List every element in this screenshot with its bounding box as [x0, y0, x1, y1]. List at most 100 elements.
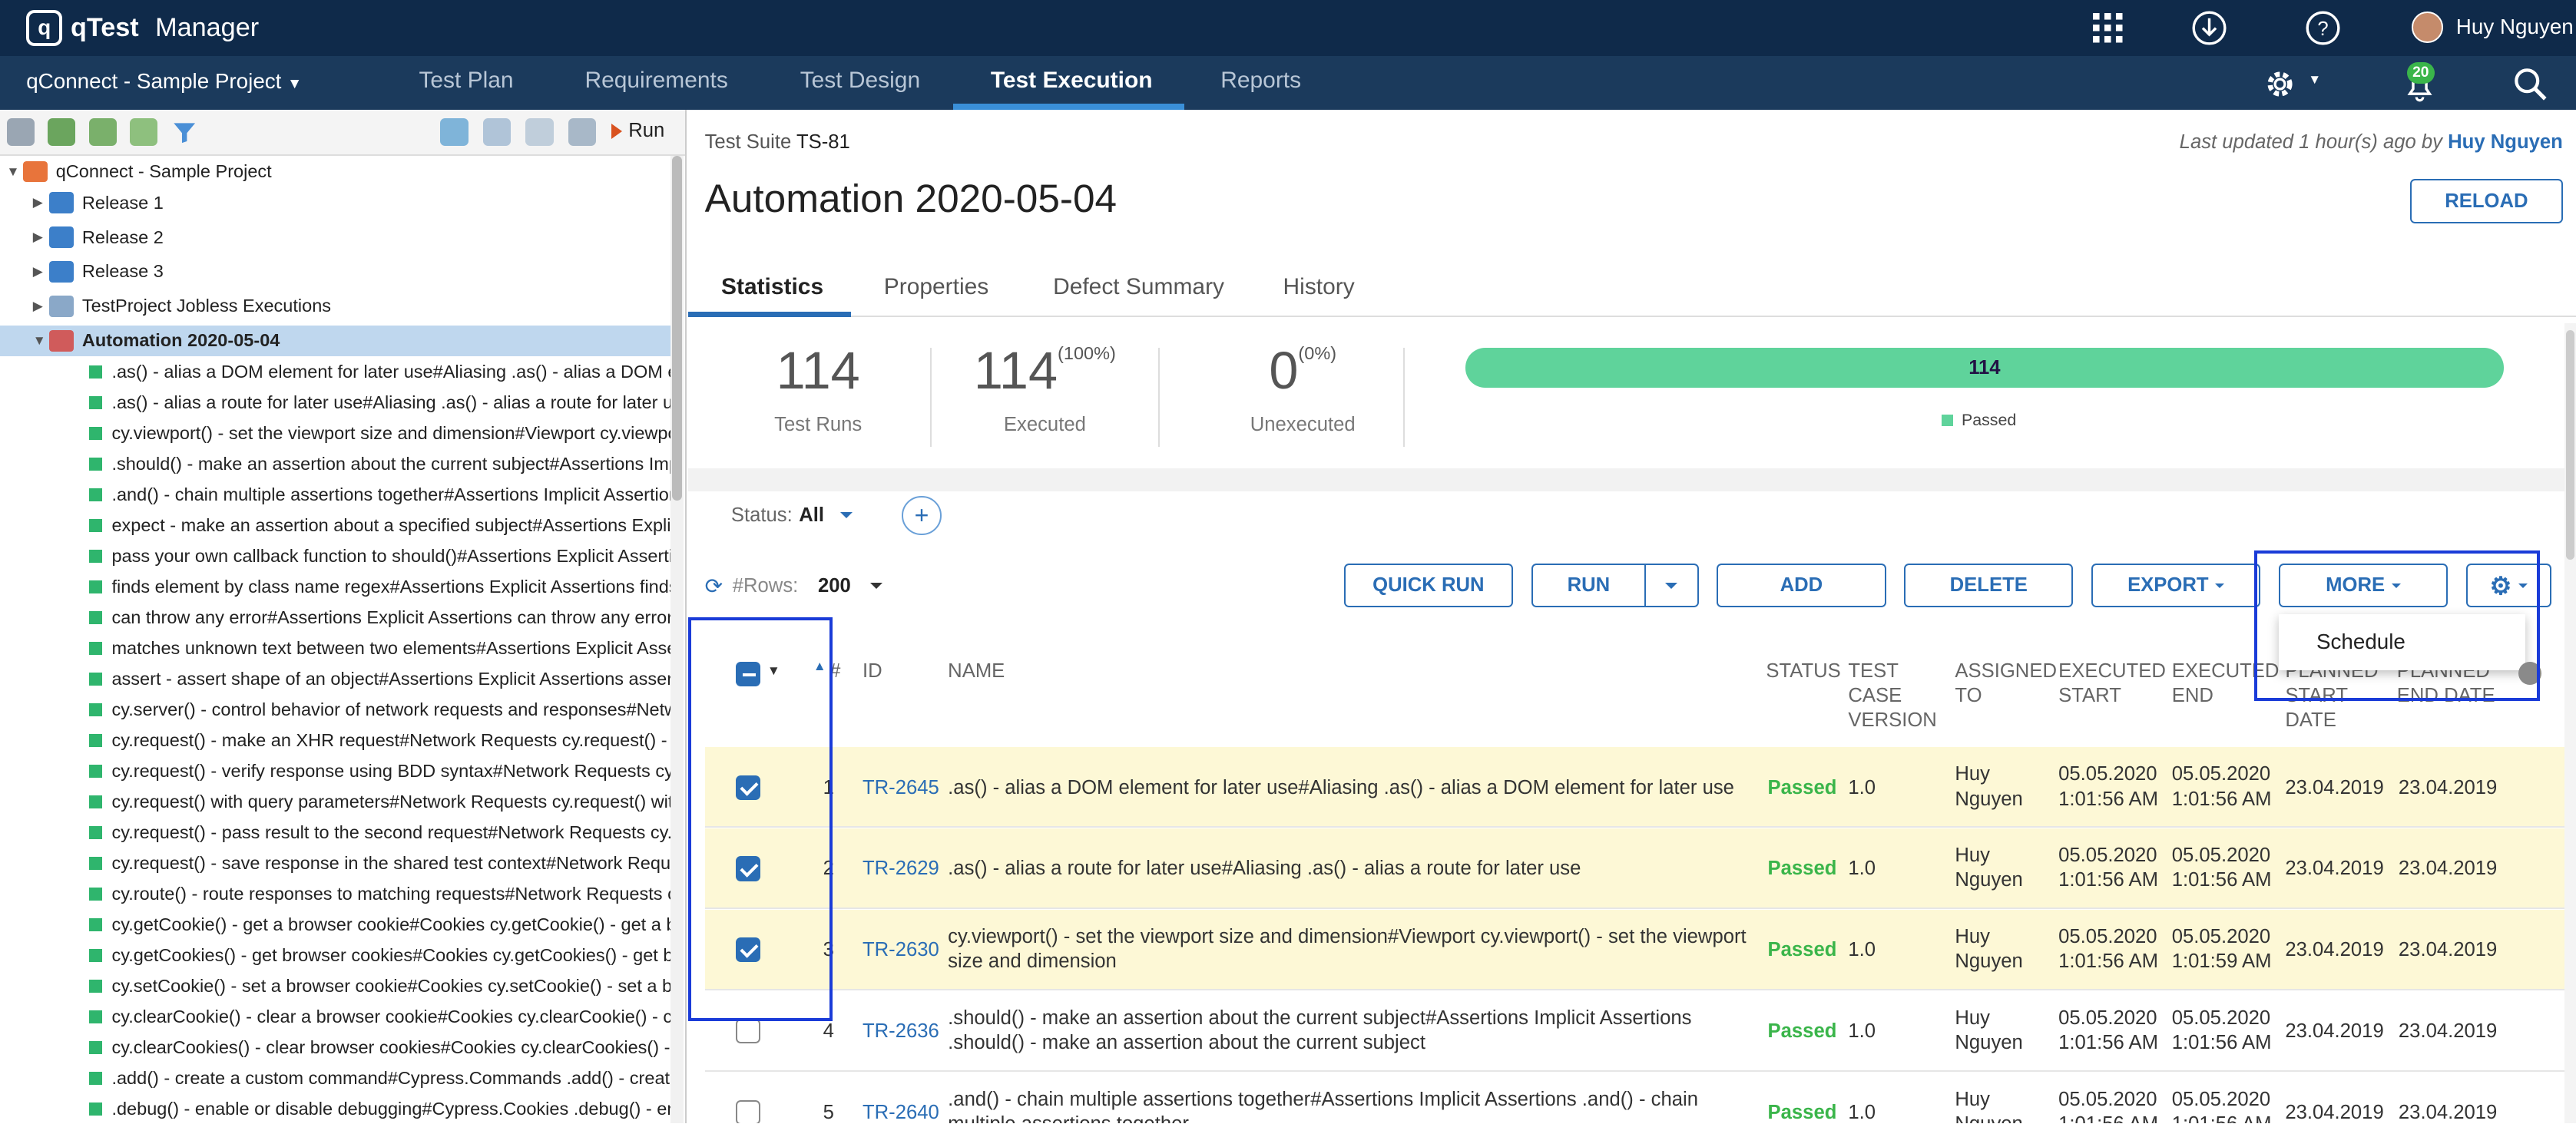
tab-properties[interactable]: Properties — [884, 274, 988, 300]
download-icon[interactable] — [2191, 10, 2227, 46]
row-id-link[interactable]: TR-2630 — [863, 937, 939, 962]
expand-open-icon[interactable]: ▼ — [7, 164, 23, 180]
col-exec-start[interactable]: EXECUTED START — [2058, 659, 2166, 708]
tree-test-run[interactable]: cy.request() with query parameters#Netwo… — [0, 786, 670, 818]
tree-node[interactable]: ▶ Release 3 — [0, 256, 670, 288]
table-row[interactable]: 2 TR-2629 .as() - alias a route for later … — [704, 828, 2576, 909]
row-id-link[interactable]: TR-2640 — [863, 1100, 939, 1123]
scrollbar-thumb[interactable] — [671, 156, 682, 501]
tree-test-run[interactable]: cy.setCookie() - set a browser cookie#Co… — [0, 970, 670, 1002]
row-name[interactable]: cy.viewport() - set the viewport size an… — [948, 924, 1753, 974]
tree-test-run[interactable]: .add() - create a custom command#Cypress… — [0, 1063, 670, 1094]
tree-test-run[interactable]: cy.request() - save response in the shar… — [0, 848, 670, 879]
tree-test-run[interactable]: cy.request() - make an XHR request#Netwo… — [0, 725, 670, 756]
run-button[interactable]: Run — [611, 120, 664, 142]
col-name[interactable]: NAME — [948, 659, 1005, 683]
tab-defect-summary[interactable]: Defect Summary — [1053, 274, 1224, 300]
tree-test-run[interactable]: .should() - make an assertion about the … — [0, 448, 670, 480]
status-filter[interactable]: Status: All — [731, 504, 853, 527]
row-id-link[interactable]: TR-2636 — [863, 1019, 939, 1043]
tree-test-run[interactable]: cy.viewport() - set the viewport size an… — [0, 418, 670, 449]
tree-test-run[interactable]: .as() - alias a DOM element for later us… — [0, 356, 670, 388]
tree-test-run[interactable]: finds element by class name regex#Assert… — [0, 571, 670, 603]
row-name[interactable]: .as() - alias a route for later use#Alia… — [948, 856, 1753, 881]
user-menu[interactable]: Huy Nguyen — [2412, 11, 2574, 43]
tree-node[interactable]: ▼ qConnect - Sample Project — [0, 156, 670, 187]
tree-test-run[interactable]: cy.clearCookies() - clear browser cookie… — [0, 1032, 670, 1063]
tab-test-design[interactable]: Test Design — [800, 68, 920, 94]
tab-requirements[interactable]: Requirements — [584, 68, 727, 94]
app-logo[interactable]: q qTest Manager — [26, 9, 259, 46]
tree-test-run[interactable]: expect - make an assertion about a speci… — [0, 510, 670, 541]
move-up-icon[interactable] — [88, 118, 117, 147]
tree-test-run[interactable]: can throw any error#Assertions Explicit … — [0, 602, 670, 633]
row-checkbox[interactable] — [736, 1019, 761, 1044]
col-id[interactable]: ID — [863, 659, 882, 683]
scrollbar-thumb[interactable] — [2566, 329, 2574, 560]
tree-test-run[interactable]: .and() - chain multiple assertions toget… — [0, 479, 670, 511]
tree-test-run[interactable]: .debug() - enable or disable debugging#C… — [0, 1093, 670, 1123]
search-icon[interactable] — [2512, 66, 2548, 102]
tree-scrollbar[interactable] — [670, 156, 684, 1124]
export-tree-icon[interactable] — [525, 118, 554, 147]
tab-test-plan[interactable]: Test Plan — [419, 68, 513, 94]
row-name[interactable]: .as() - alias a DOM element for later us… — [948, 775, 1753, 800]
row-id-link[interactable]: TR-2645 — [863, 775, 939, 800]
refresh-tree-icon[interactable] — [440, 118, 469, 147]
tree-node[interactable]: ▼ Automation 2020-05-04 — [0, 325, 670, 357]
expand-closed-icon[interactable]: ▶ — [33, 230, 49, 245]
add-button[interactable]: ADD — [1717, 563, 1886, 608]
table-row[interactable]: 3 TR-2630 cy.viewport() - set the viewport… — [704, 910, 2576, 990]
expand-closed-icon[interactable]: ▶ — [33, 195, 49, 210]
tree-test-run[interactable]: pass your own callback function to shoul… — [0, 541, 670, 572]
tree-test-run[interactable]: cy.getCookies() - get browser cookies#Co… — [0, 940, 670, 971]
add-tree-icon[interactable] — [48, 118, 76, 147]
tree-test-run[interactable]: cy.route() - route responses to matching… — [0, 878, 670, 910]
tree-test-run[interactable]: .as() - alias a route for later use#Alia… — [0, 387, 670, 418]
project-selector[interactable]: qConnect - Sample Project ▼ — [26, 69, 302, 94]
export-button[interactable]: EXPORT — [2091, 563, 2261, 608]
tree-test-run[interactable]: cy.getCookie() - get a browser cookie#Co… — [0, 909, 670, 941]
tab-history[interactable]: History — [1283, 274, 1355, 300]
tree-test-run[interactable]: cy.clearCookie() - clear a browser cooki… — [0, 1001, 670, 1033]
row-name[interactable]: .and() - chain multiple assertions toget… — [948, 1087, 1753, 1123]
new-icon[interactable] — [6, 118, 35, 147]
expand-closed-icon[interactable]: ▶ — [33, 299, 49, 314]
expand-open-icon[interactable]: ▼ — [33, 333, 49, 349]
col-assigned[interactable]: ASSIGNED TO — [1955, 659, 2057, 708]
main-scrollbar[interactable] — [2564, 323, 2576, 1124]
row-id-link[interactable]: TR-2629 — [863, 856, 939, 881]
help-icon[interactable]: ? — [2305, 10, 2341, 46]
tab-reports[interactable]: Reports — [1220, 68, 1301, 94]
apps-grid-icon[interactable] — [2090, 10, 2126, 46]
delete-button[interactable]: DELETE — [1904, 563, 2074, 608]
tree-node[interactable]: ▶ Release 2 — [0, 222, 670, 253]
row-checkbox[interactable] — [736, 1100, 761, 1124]
run-dropdown-button[interactable] — [1644, 563, 1699, 608]
table-row[interactable]: 5 TR-2640 .and() - chain multiple assertio… — [705, 1073, 2576, 1124]
tree-node[interactable]: ▶ Release 1 — [0, 187, 670, 219]
quick-run-button[interactable]: QUICK RUN — [1343, 563, 1513, 608]
run-button[interactable]: RUN — [1531, 563, 1647, 608]
tab-test-execution[interactable]: Test Execution — [991, 68, 1153, 94]
refresh-icon[interactable]: ⟳ — [705, 574, 723, 599]
caret-down-icon[interactable] — [870, 583, 883, 589]
add-filter-button[interactable]: + — [902, 495, 942, 536]
tree-test-run[interactable]: cy.server() - control behavior of networ… — [0, 694, 670, 726]
col-version[interactable]: TEST CASE VERSION — [1848, 659, 1946, 732]
col-status[interactable]: STATUS — [1766, 659, 1840, 683]
tree-node[interactable]: ▶ TestProject Jobless Executions — [0, 291, 670, 322]
updated-user-link[interactable]: Huy Nguyen — [2448, 131, 2563, 153]
tree-test-run[interactable]: cy.request() - verify response using BDD… — [0, 755, 670, 787]
filter-icon[interactable] — [171, 118, 198, 146]
expand-closed-icon[interactable]: ▶ — [33, 264, 49, 279]
screen-icon[interactable] — [568, 118, 597, 147]
reload-button[interactable]: RELOAD — [2409, 179, 2563, 223]
tree-test-run[interactable]: cy.request() - pass result to the second… — [0, 817, 670, 848]
tree-test-run[interactable]: assert - assert shape of an object#Asser… — [0, 663, 670, 695]
tab-statistics[interactable]: Statistics — [721, 274, 823, 300]
rows-select[interactable]: 200 — [818, 575, 851, 597]
table-row[interactable]: 4 TR-2636 .should() - make an assertion ab… — [704, 991, 2576, 1072]
grid-view-icon[interactable] — [482, 118, 512, 147]
table-row[interactable]: 1 TR-2645 .as() - alias a DOM element for … — [704, 747, 2576, 828]
